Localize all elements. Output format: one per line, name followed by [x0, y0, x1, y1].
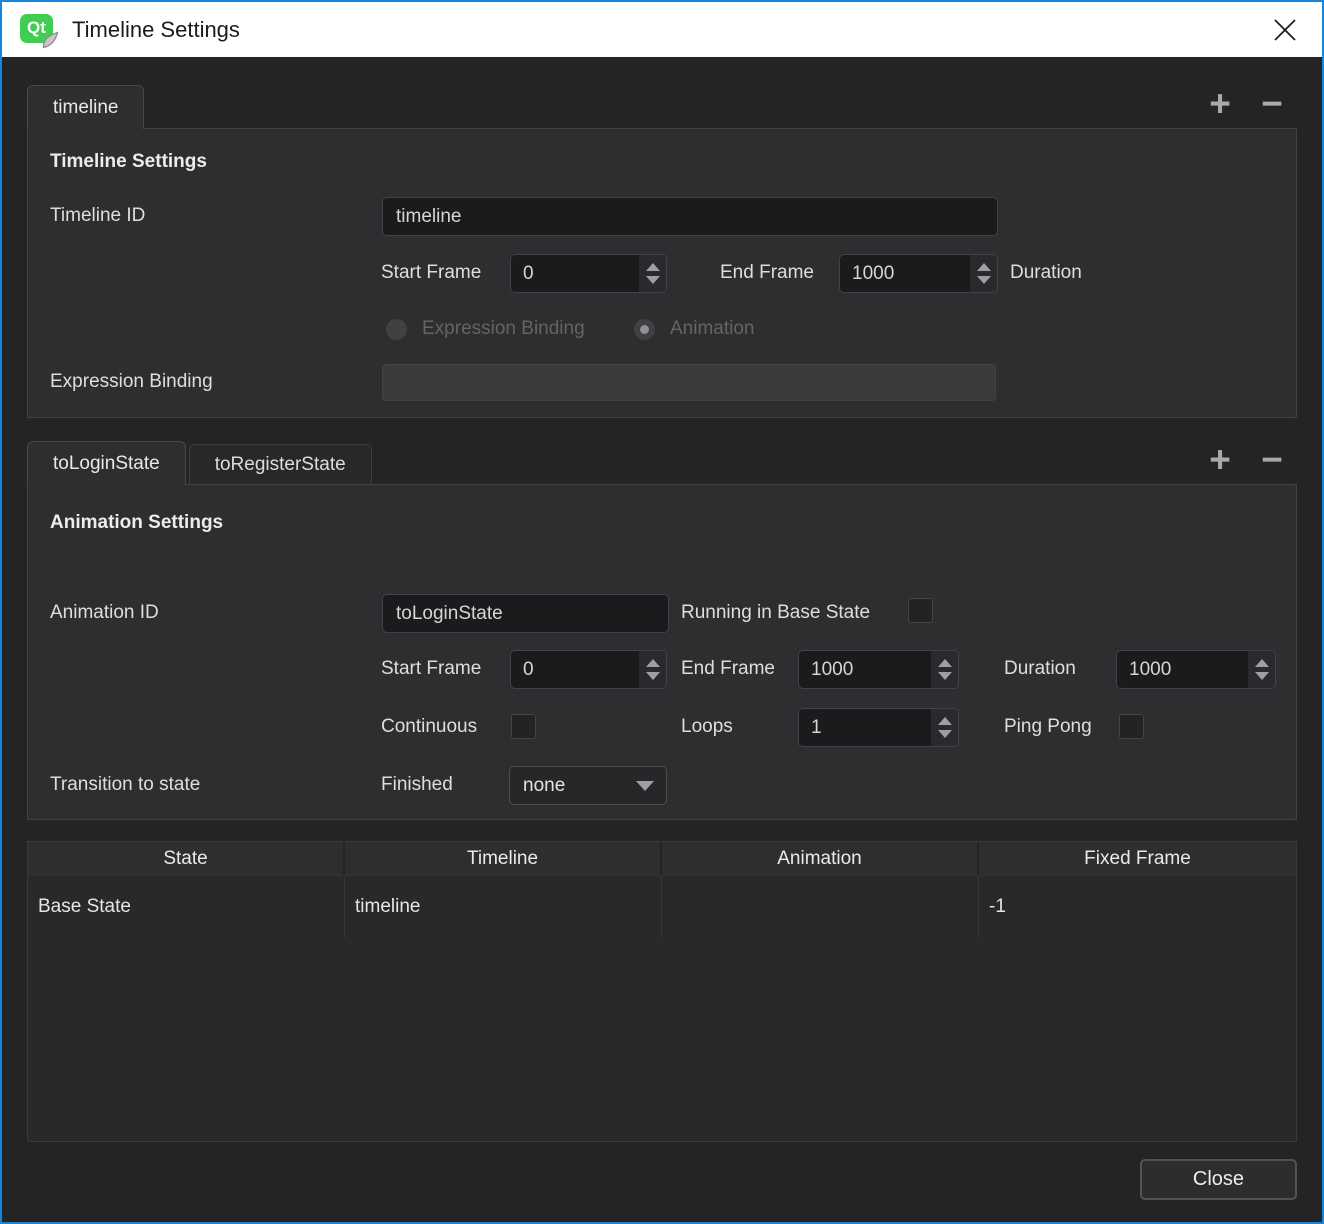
tab-toregisterstate[interactable]: toRegisterState	[189, 444, 372, 484]
expression-binding-label: Expression Binding	[50, 363, 213, 401]
end-frame-label: End Frame	[720, 254, 814, 292]
column-header-state[interactable]: State	[28, 842, 345, 875]
timeline-id-input[interactable]: timeline	[382, 197, 998, 236]
qt-design-studio-icon: Qt	[20, 13, 58, 47]
timeline-settings-dialog: Qt Timeline Settings timeline +	[0, 0, 1324, 1224]
spin-down-icon[interactable]	[938, 730, 952, 738]
plus-icon: +	[1209, 83, 1231, 124]
start-frame-label: Start Frame	[381, 650, 481, 688]
continuous-label: Continuous	[381, 708, 477, 746]
running-in-base-state-label: Running in Base State	[681, 594, 870, 632]
cell-animation[interactable]	[662, 876, 979, 938]
transition-to-state-label: Transition to state	[50, 766, 200, 804]
state-table: State Timeline Animation Fixed Frame Bas…	[27, 841, 1297, 1142]
chevron-down-icon	[636, 781, 654, 791]
titlebar: Qt Timeline Settings	[2, 2, 1322, 57]
remove-timeline-button[interactable]: −	[1255, 89, 1289, 119]
plus-icon: +	[1209, 439, 1231, 480]
ping-pong-checkbox[interactable]	[1119, 714, 1144, 739]
table-empty-area	[28, 938, 1296, 1141]
end-frame-label: End Frame	[681, 650, 775, 688]
animation-settings-heading: Animation Settings	[50, 512, 223, 534]
timeline-settings-heading: Timeline Settings	[50, 151, 207, 173]
spin-down-icon[interactable]	[1255, 672, 1269, 680]
leaf-icon	[41, 31, 60, 49]
start-frame-spinbox[interactable]: 0	[510, 254, 667, 293]
duration-label: Duration	[1004, 650, 1076, 688]
timeline-id-label: Timeline ID	[50, 197, 145, 235]
finished-label: Finished	[381, 766, 453, 804]
animation-settings-panel: Animation Settings Animation ID toLoginS…	[27, 484, 1297, 820]
expression-binding-radio-label: Expression Binding	[422, 310, 585, 348]
animation-tabbar: toLoginState toRegisterState + −	[27, 440, 1297, 484]
cell-state[interactable]: Base State	[28, 876, 345, 938]
column-header-fixed-frame[interactable]: Fixed Frame	[979, 842, 1296, 875]
remove-animation-button[interactable]: −	[1255, 445, 1289, 475]
column-header-timeline[interactable]: Timeline	[345, 842, 662, 875]
timeline-settings-panel: Timeline Settings Timeline ID timeline S…	[27, 128, 1297, 418]
spin-down-icon[interactable]	[977, 276, 991, 284]
cell-timeline[interactable]: timeline	[345, 876, 662, 938]
ping-pong-label: Ping Pong	[1004, 708, 1092, 746]
cell-fixed-frame[interactable]: -1	[979, 876, 1296, 938]
spin-down-icon[interactable]	[938, 672, 952, 680]
spin-up-icon[interactable]	[1255, 659, 1269, 667]
continuous-checkbox[interactable]	[511, 714, 536, 739]
duration-spinbox[interactable]: 1000	[1116, 650, 1276, 689]
end-frame-spinbox[interactable]: 1000	[839, 254, 998, 293]
start-frame-spinbox[interactable]: 0	[510, 650, 667, 689]
add-animation-button[interactable]: +	[1203, 445, 1237, 475]
expression-binding-input	[382, 364, 996, 401]
window-close-button[interactable]	[1270, 15, 1300, 45]
spin-up-icon[interactable]	[977, 263, 991, 271]
spin-up-icon[interactable]	[938, 659, 952, 667]
animation-radio-label: Animation	[670, 310, 755, 348]
end-frame-spinbox[interactable]: 1000	[798, 650, 959, 689]
spin-up-icon[interactable]	[646, 659, 660, 667]
spin-up-icon[interactable]	[938, 717, 952, 725]
minus-icon: −	[1261, 439, 1283, 480]
animation-id-input[interactable]: toLoginState	[382, 594, 669, 633]
spin-up-icon[interactable]	[646, 263, 660, 271]
start-frame-label: Start Frame	[381, 254, 481, 292]
tab-tologinstate[interactable]: toLoginState	[27, 441, 186, 485]
state-table-header: State Timeline Animation Fixed Frame	[28, 842, 1296, 875]
timeline-tabbar: timeline + −	[27, 84, 1297, 128]
expression-binding-radio	[386, 319, 407, 340]
spin-down-icon[interactable]	[646, 672, 660, 680]
close-button[interactable]: Close	[1140, 1159, 1297, 1200]
animation-radio	[634, 319, 655, 340]
spin-down-icon[interactable]	[646, 276, 660, 284]
minus-icon: −	[1261, 83, 1283, 124]
table-row[interactable]: Base State timeline -1	[28, 875, 1296, 938]
animation-id-label: Animation ID	[50, 594, 159, 632]
close-icon	[1272, 17, 1298, 43]
tab-timeline[interactable]: timeline	[27, 85, 144, 129]
running-in-base-state-checkbox[interactable]	[908, 598, 933, 623]
loops-spinbox[interactable]: 1	[798, 708, 959, 747]
column-header-animation[interactable]: Animation	[662, 842, 979, 875]
finished-dropdown[interactable]: none	[509, 766, 667, 805]
add-timeline-button[interactable]: +	[1203, 89, 1237, 119]
duration-label: Duration	[1010, 254, 1082, 292]
loops-label: Loops	[681, 708, 733, 746]
window-title: Timeline Settings	[72, 17, 240, 43]
